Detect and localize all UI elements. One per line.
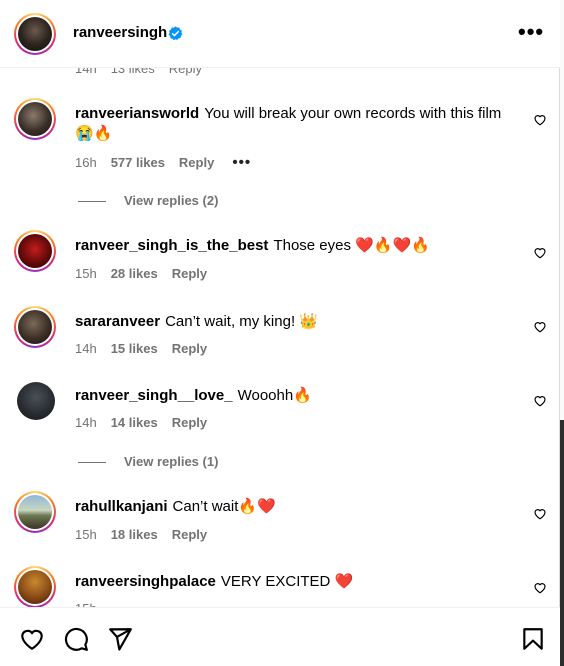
comment-options-icon[interactable]: ••• (232, 154, 251, 171)
more-options-icon[interactable]: ••• (518, 21, 544, 43)
heart-icon[interactable] (19, 626, 45, 652)
avatar[interactable] (14, 306, 56, 348)
like-heart-icon[interactable] (533, 394, 547, 407)
comment-username[interactable]: ranveeriansworld (75, 105, 199, 122)
author-avatar[interactable] (14, 13, 56, 55)
author-username[interactable]: ranveersingh (73, 24, 167, 41)
like-heart-icon[interactable] (533, 507, 547, 520)
comment-time: 14h (75, 341, 97, 356)
divider-line (78, 201, 106, 203)
comment-text: Can’t wait, my king! (165, 313, 296, 330)
comment-emojis: ❤️🔥❤️🔥 (355, 237, 430, 254)
like-heart-icon[interactable] (533, 246, 547, 259)
comment-emojis: 😭🔥 (75, 125, 113, 142)
post-action-bar (0, 607, 560, 666)
comment-text: VERY EXCITED (220, 573, 331, 590)
comment-time: 16h (75, 155, 97, 170)
post-header: ranveersingh ••• (0, 0, 560, 68)
avatar[interactable] (14, 491, 56, 533)
like-heart-icon[interactable] (533, 113, 547, 126)
like-heart-icon[interactable] (533, 581, 547, 594)
comment-text: Can’t wait (172, 498, 239, 515)
avatar[interactable] (14, 230, 56, 272)
avatar[interactable] (14, 566, 56, 608)
comment-username[interactable]: ranveersinghpalace (75, 573, 216, 590)
comment-emojis: 🔥❤️ (238, 498, 276, 515)
reply-button[interactable]: Reply (172, 266, 207, 281)
comment-likes[interactable]: 28 likes (111, 266, 158, 281)
divider-line (78, 462, 106, 464)
save-bookmark-icon[interactable] (520, 626, 546, 652)
comment-emojis: 🔥 (293, 387, 312, 404)
comment-username[interactable]: ranveer_singh__love_ (75, 387, 233, 404)
post-comments-panel: ranveersingh ••• 14h 13 likes Reply ranvee… (0, 0, 560, 666)
reply-button[interactable]: Reply (172, 341, 207, 356)
comment-username[interactable]: sararanveer (75, 313, 160, 330)
reply-button[interactable]: Reply (179, 155, 214, 170)
comment-time: 14h (75, 415, 97, 430)
avatar[interactable] (14, 98, 56, 140)
comment-username[interactable]: ranveer_singh_is_the_best (75, 237, 268, 254)
comment-emojis: ❤️ (334, 573, 354, 590)
reply-button[interactable]: Reply (172, 527, 207, 542)
comment-text: You will break your own records with thi… (204, 105, 502, 122)
verified-badge-icon (168, 26, 183, 41)
comment-username[interactable]: rahullkanjani (75, 498, 168, 515)
view-replies-button[interactable]: View replies (1) (78, 454, 218, 469)
comment-emojis: 👑 (299, 313, 318, 330)
comment-text: Wooohh (237, 387, 294, 404)
comment-time: 15h (75, 266, 97, 281)
comment-likes[interactable]: 18 likes (111, 527, 158, 542)
comment-likes[interactable]: 577 likes (111, 155, 165, 170)
reply-button[interactable]: Reply (172, 415, 207, 430)
share-icon[interactable] (107, 626, 133, 652)
window-edge (560, 0, 564, 666)
comment-icon[interactable] (63, 626, 89, 652)
comment-time: 15h (75, 527, 97, 542)
comment-text: Those eyes (273, 237, 351, 254)
like-heart-icon[interactable] (533, 320, 547, 333)
avatar[interactable] (17, 382, 55, 420)
comment-likes[interactable]: 15 likes (111, 341, 158, 356)
comment-likes[interactable]: 14 likes (111, 415, 158, 430)
view-replies-button[interactable]: View replies (2) (78, 193, 218, 208)
